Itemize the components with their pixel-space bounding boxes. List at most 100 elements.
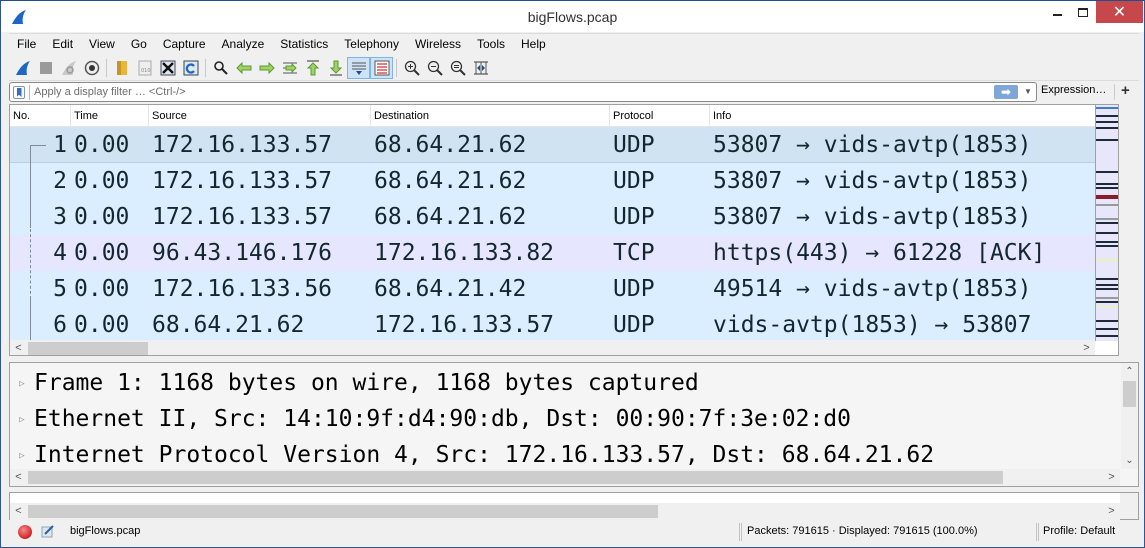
go-first-packet-button[interactable] [301,57,324,79]
packet-row[interactable]: 6 0.00 68.64.21.62 172.16.133.57 UDP vids-avt… [10,307,1095,343]
restart-capture-button[interactable] [57,57,80,79]
bytes-horizontal-scrollbar[interactable]: < > [10,503,1120,520]
menu-file[interactable]: File [9,34,44,55]
scroll-thumb[interactable] [28,505,658,518]
menu-statistics[interactable]: Statistics [272,34,336,55]
filter-history-dropdown-icon[interactable]: ▼ [1022,85,1034,99]
menu-telephony[interactable]: Telephony [336,34,407,55]
conversation-tree-line [30,299,31,341]
scroll-right-icon[interactable]: > [1103,503,1120,520]
minimize-button[interactable] [1043,1,1071,23]
expert-info-led-icon[interactable] [18,525,32,539]
go-back-icon [235,61,252,74]
column-header-destination[interactable]: Destination [371,105,610,127]
open-file-button[interactable] [110,57,133,79]
auto-scroll-icon [351,60,367,76]
resize-columns-button[interactable] [469,57,492,79]
colorize-icon [374,60,390,76]
save-file-button[interactable]: 010 [133,57,156,79]
menu-wireless[interactable]: Wireless [407,34,469,55]
minimap-marker [1096,335,1118,337]
menu-go[interactable]: Go [123,34,155,55]
packet-row[interactable]: 5 0.00 172.16.133.56 68.64.21.42 UDP 49514 → … [10,271,1095,307]
scroll-left-icon[interactable]: < [10,503,27,520]
apply-filter-arrow-icon[interactable]: ➡ [994,85,1018,99]
expression-button[interactable]: Expression… [1041,84,1106,96]
detail-row-ethernet[interactable]: ▷ Ethernet II, Src: 14:10:9f:d4:90:db, Ds… [10,401,1120,437]
packet-row[interactable]: 2 0.00 172.16.133.57 68.64.21.62 UDP 53807 → … [10,163,1095,199]
zoom-in-button[interactable] [400,57,423,79]
menu-edit[interactable]: Edit [44,34,81,55]
column-header-info[interactable]: Info [710,105,1095,127]
packet-cell-time: 0.00 [74,276,130,302]
status-packet-count: Packets: 791615 · Displayed: 791615 (100… [747,525,978,537]
detail-row-ipv4[interactable]: ▷ Internet Protocol Version 4, Src: 172.1… [10,437,1120,473]
packet-row[interactable]: 4 0.00 96.43.146.176 172.16.133.82 TCP https(… [10,235,1095,271]
expand-arrow-icon[interactable]: ▷ [10,402,34,438]
status-bar: bigFlows.pcap Packets: 791615 · Displaye… [9,521,1139,543]
packet-minimap[interactable] [1095,105,1118,341]
scroll-left-icon[interactable]: < [10,469,27,486]
auto-scroll-button[interactable] [347,56,370,79]
menu-tools[interactable]: Tools [469,34,513,55]
zoom-out-button[interactable] [423,57,446,79]
minimap-marker [1096,232,1118,234]
packet-cell-destination: 68.64.21.62 [374,168,527,194]
packet-cell-no: 6 [53,312,67,338]
scroll-thumb[interactable] [28,471,1003,484]
maximize-button[interactable] [1069,1,1097,23]
menu-bar: File Edit View Go Capture Analyze Statis… [9,33,1139,54]
minimap-marker [1096,288,1118,290]
find-packet-button[interactable] [209,57,232,79]
bookmark-icon[interactable] [13,86,25,99]
packet-cell-destination: 68.64.21.62 [374,132,527,158]
scroll-up-icon[interactable]: ⌃ [1121,363,1138,380]
toolbar-separator [106,58,107,77]
capture-comment-edit-icon[interactable] [41,524,55,538]
filter-separator [29,85,30,100]
filter-placeholder: Apply a display filter … <Ctrl-/> [34,86,186,98]
scroll-down-icon[interactable]: ⌄ [1121,452,1138,469]
stop-capture-button[interactable] [34,57,57,79]
title-bar: bigFlows.pcap ✕ [1,1,1144,32]
capture-options-button[interactable] [80,57,103,79]
close-file-button[interactable] [156,57,179,79]
expand-arrow-icon[interactable]: ▷ [10,366,34,402]
packet-list-horizontal-scrollbar[interactable]: < > [10,340,1095,355]
go-back-button[interactable] [232,57,255,79]
scroll-left-icon[interactable]: < [10,340,27,355]
scroll-right-icon[interactable]: > [1103,469,1120,486]
status-profile[interactable]: Profile: Default [1043,525,1115,537]
column-header-time[interactable]: Time [71,105,149,127]
menu-analyze[interactable]: Analyze [214,34,273,55]
scroll-thumb[interactable] [1123,381,1136,407]
start-capture-button[interactable] [11,57,34,79]
scroll-thumb[interactable] [28,342,148,355]
close-button[interactable]: ✕ [1096,1,1143,23]
colorize-button[interactable] [370,56,393,79]
detail-row-frame[interactable]: ▷ Frame 1: 1168 bytes on wire, 1168 bytes… [10,365,1120,401]
details-horizontal-scrollbar[interactable]: < > [10,469,1120,486]
minimap-marker [1096,183,1118,185]
scroll-right-icon[interactable]: > [1078,340,1095,355]
go-to-packet-button[interactable] [278,57,301,79]
reload-file-button[interactable] [179,57,202,79]
add-filter-button[interactable]: + [1121,82,1130,99]
svg-text:010: 010 [141,68,151,74]
go-last-packet-button[interactable] [324,57,347,79]
column-header-protocol[interactable]: Protocol [610,105,710,127]
menu-help[interactable]: Help [513,34,554,55]
display-filter-input[interactable]: Apply a display filter … <Ctrl-/> ➡ ▼ [9,82,1037,102]
status-separator [739,523,742,541]
go-forward-button[interactable] [255,57,278,79]
column-header-no[interactable]: No. [10,105,71,127]
packet-cell-info: https(443) → 61228 [ACK] [713,240,1046,266]
packet-cell-info: 53807 → vids-avtp(1853) [713,132,1032,158]
packet-row[interactable]: 1 0.00 172.16.133.57 68.64.21.62 UDP 53807 → … [10,127,1095,163]
normal-size-button[interactable] [446,57,469,79]
details-vertical-scrollbar[interactable]: ⌃ ⌄ [1121,363,1138,469]
column-header-source[interactable]: Source [149,105,371,127]
menu-capture[interactable]: Capture [155,34,214,55]
menu-view[interactable]: View [81,34,123,55]
packet-row[interactable]: 3 0.00 172.16.133.57 68.64.21.62 UDP 53807 → … [10,199,1095,235]
